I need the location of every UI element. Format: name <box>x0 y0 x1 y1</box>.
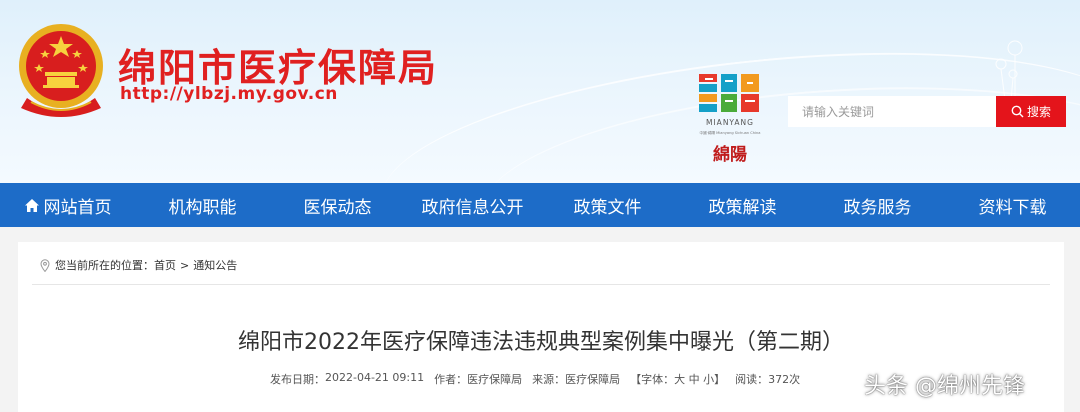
city-logo-chinese: 綿陽 <box>713 144 747 165</box>
nav-item-services[interactable]: 政务服务 <box>810 183 945 227</box>
font-size-label: 【字体： <box>630 373 675 386</box>
breadcrumb-notices-link[interactable]: 通知公告 <box>193 257 237 273</box>
nav-item-policy-docs[interactable]: 政策文件 <box>540 183 675 227</box>
search-button-label: 搜索 <box>1026 105 1051 119</box>
font-size-small-button[interactable]: 小 <box>703 371 714 387</box>
nav-item-label: 网站首页 <box>43 197 112 218</box>
nav-item-home[interactable]: 网站首页 <box>0 183 135 227</box>
publish-date-label: 发布日期： <box>270 373 325 386</box>
breadcrumb: 您当前所在的位置： 首页 > 通知公告 <box>40 257 237 273</box>
author-label: 作者： <box>434 373 468 386</box>
city-logo-pinyin: MIANYANG <box>706 118 754 127</box>
search-input[interactable] <box>788 96 996 127</box>
publish-date: 2022-04-21 09:11 <box>325 371 425 384</box>
breadcrumb-divider <box>32 284 1050 285</box>
home-icon <box>24 198 39 212</box>
mianyang-city-logo: MIANYANG 中國·綿陽 Mianyang Sichuan China 綿陽 <box>699 74 761 165</box>
source: 医疗保障局 <box>565 373 621 386</box>
article-meta: 发布日期： 2022-04-21 09:11 作者： 医疗保障局 来源： 医疗保… <box>270 371 800 387</box>
main-nav: 网站首页 机构职能 医保动态 政府信息公开 政策文件 政策解读 政务服务 资料下… <box>0 183 1080 227</box>
article-title: 绵阳市2022年医疗保障违法违规典型案例集中曝光（第二期） <box>238 330 844 355</box>
nav-item-downloads[interactable]: 资料下载 <box>945 183 1080 227</box>
breadcrumb-home-link[interactable]: 首页 <box>154 257 176 273</box>
nav-item-news[interactable]: 医保动态 <box>270 183 405 227</box>
city-logo-caption: 中國·綿陽 Mianyang Sichuan China <box>700 130 761 135</box>
breadcrumb-prefix: 您当前所在的位置： <box>55 259 154 272</box>
source-label: 来源： <box>532 373 566 386</box>
search-icon <box>1011 105 1024 118</box>
site-header: 绵阳市医疗保障局 http://ylbzj.my.gov.cn MIANYANG… <box>0 0 1080 183</box>
nav-item-gov-info[interactable]: 政府信息公开 <box>405 183 540 227</box>
national-emblem-icon <box>19 24 103 117</box>
watermark: 头条 @绵州先锋 <box>864 374 1025 399</box>
site-url[interactable]: http://ylbzj.my.gov.cn <box>120 84 338 104</box>
font-size-close: 】 <box>714 373 726 386</box>
font-size-medium-button[interactable]: 中 <box>689 371 700 387</box>
font-size-large-button[interactable]: 大 <box>674 371 685 387</box>
nav-item-organization[interactable]: 机构职能 <box>135 183 270 227</box>
search-button[interactable]: 搜索 <box>996 96 1066 127</box>
author: 医疗保障局 <box>467 373 523 386</box>
views-count: 372次 <box>768 373 801 386</box>
dandelion-decoration-icon <box>995 40 1023 100</box>
breadcrumb-separator: > <box>180 258 190 272</box>
location-pin-icon <box>40 258 50 272</box>
views-label: 阅读： <box>735 373 769 386</box>
nav-item-policy-interpretation[interactable]: 政策解读 <box>675 183 810 227</box>
